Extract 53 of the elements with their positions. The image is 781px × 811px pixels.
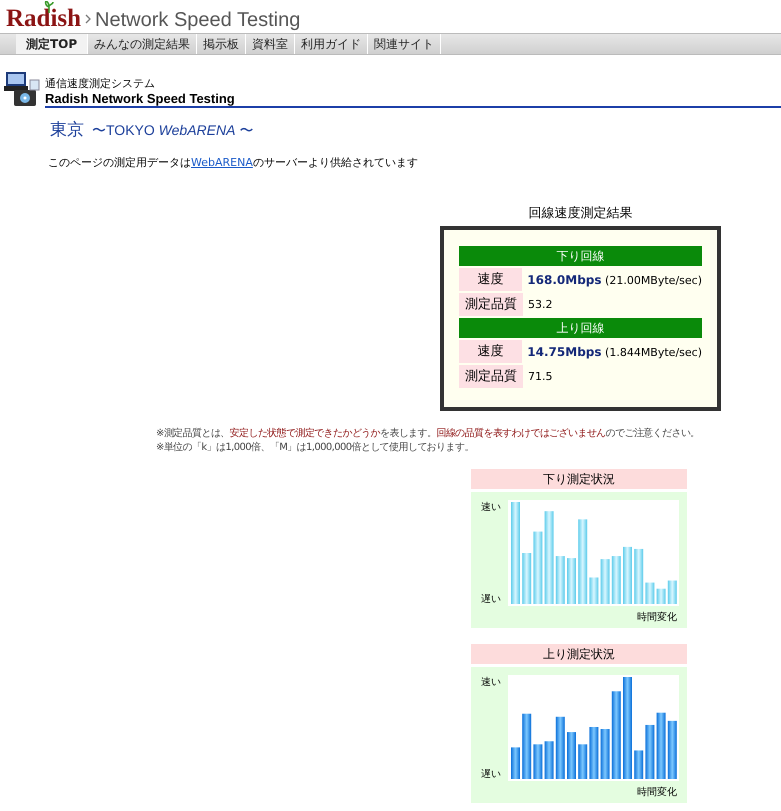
nav-tab[interactable]: 関連サイト: [368, 34, 442, 54]
footnote: ※単位の「k」は1,000倍、「M」は1,000,000倍として使用しております。: [156, 441, 475, 455]
quality-value: 71.5: [528, 370, 552, 383]
axis-label: 時間変化: [637, 610, 677, 624]
speed-detail: (21.00MByte/sec): [605, 274, 702, 286]
row-label: 測定品質: [459, 293, 523, 316]
chevron-icon: [85, 14, 92, 24]
chart-bar: [634, 750, 644, 779]
section-heading: 下り回線: [459, 246, 702, 266]
chart-bar: [511, 747, 520, 779]
chart-bar: [634, 548, 644, 604]
axis-label: 速い: [481, 676, 501, 689]
axis-label: 速い: [481, 500, 501, 514]
results-title: 回線速度測定結果: [528, 205, 632, 222]
chart-title: 上り測定状況: [471, 644, 687, 664]
logo-text[interactable]: Radish: [6, 5, 82, 32]
source-note: このページの測定用データはWebARENAのサーバーより供給されています: [48, 155, 419, 170]
speed-value: 168.0Mbps: [527, 272, 602, 286]
chart-bar: [567, 732, 576, 779]
nav-tab[interactable]: 掲示板: [197, 34, 246, 54]
row-label: 測定品質: [459, 365, 523, 388]
site-title: Network Speed Testing: [95, 8, 300, 33]
chart-bar: [656, 712, 666, 779]
nav-tab[interactable]: 利用ガイド: [295, 34, 368, 54]
system-title: Radish Network Speed Testing: [45, 91, 236, 106]
chart-bar: [578, 744, 588, 779]
nav-tab[interactable]: みんなの測定結果: [88, 34, 198, 54]
nav-tab[interactable]: 測定TOP: [16, 34, 88, 54]
chart-bar: [600, 559, 610, 604]
provider-link[interactable]: WebARENA: [191, 156, 253, 169]
chart-title: 下り測定状況: [471, 469, 687, 489]
chart-bar: [623, 546, 632, 604]
chart-bar: [522, 553, 532, 604]
chart-bar: [567, 558, 576, 604]
chart-bar: [600, 729, 610, 779]
system-subtitle: 通信速度測定システム: [45, 76, 156, 91]
location-subtitle: 〜TOKYO WebARENA 〜: [92, 122, 254, 140]
city-heading: 東京: [50, 119, 84, 141]
speed-value: 14.75Mbps: [527, 344, 602, 358]
row-label: 速度: [459, 340, 522, 363]
row-label: 速度: [459, 268, 522, 291]
axis-label: 遅い: [481, 768, 501, 781]
section-heading: 上り回線: [459, 318, 702, 338]
footnote: ※測定品質とは、安定した状態で測定できたかどうかを表します。回線の品質を表すわけではございませんのでご注意ください。: [156, 427, 701, 441]
axis-label: 時間変化: [637, 786, 677, 799]
chart-bar: [522, 714, 532, 779]
quality-value: 53.2: [528, 298, 552, 311]
computer-icon: [4, 70, 40, 108]
speed-detail: (1.844MByte/sec): [605, 346, 702, 358]
axis-label: 遅い: [481, 593, 501, 606]
chart-bar: [656, 588, 666, 604]
chart-bar: [544, 741, 554, 779]
nav-tab[interactable]: 資料室: [246, 34, 296, 54]
